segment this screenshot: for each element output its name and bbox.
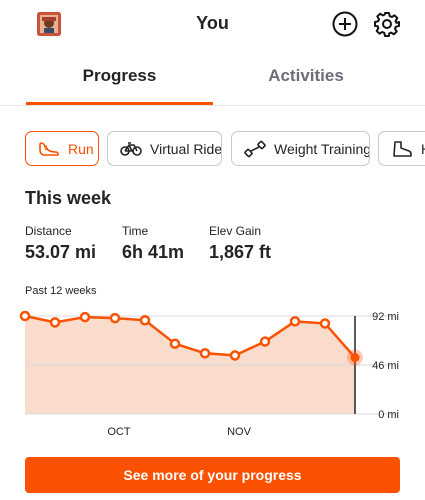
chart-point xyxy=(199,348,211,359)
stat-elev-gain-value: 1,867 ft xyxy=(209,242,272,262)
chart-point xyxy=(229,350,241,361)
bike-icon xyxy=(120,140,142,158)
chip-run[interactable]: Run xyxy=(25,131,99,166)
chip-virtual-ride-label: Virtual Ride xyxy=(150,140,222,157)
chart-point xyxy=(139,315,151,326)
tab-activities[interactable]: Activities xyxy=(212,50,400,106)
chart-point xyxy=(49,317,61,328)
top-header: You xyxy=(0,0,425,50)
add-circle-icon[interactable] xyxy=(331,10,359,38)
chart-point xyxy=(259,336,271,347)
chart-x-tick-label: NOV xyxy=(227,426,252,438)
chip-hike[interactable]: H xyxy=(378,131,425,166)
chart-point xyxy=(289,316,301,327)
chart-y-tick-label: 46 mi xyxy=(372,360,399,372)
page-title: You xyxy=(196,13,229,33)
chip-hike-label: H xyxy=(421,141,425,157)
chip-weight-training-label: Weight Training xyxy=(274,140,370,157)
selected-tab-indicator xyxy=(26,102,213,105)
chart-y-tick-label: 92 mi xyxy=(372,311,399,323)
weekly-distance-chart[interactable]: 92 mi 46 mi 0 mi OCT NOV xyxy=(0,300,425,445)
chart-point xyxy=(79,311,91,323)
tab-bar: Progress Activities xyxy=(0,50,425,106)
stat-distance-value: 53.07 mi xyxy=(25,242,97,262)
chart-point xyxy=(19,310,31,322)
tab-progress[interactable]: Progress xyxy=(26,50,213,106)
stat-time: Time 6h 41m xyxy=(122,224,184,263)
stat-elev-gain: Elev Gain 1,867 ft xyxy=(209,224,271,263)
chip-run-label: Run xyxy=(68,140,94,157)
see-more-progress-button[interactable]: See more of your progress xyxy=(25,457,400,493)
hike-boot-icon xyxy=(391,140,413,158)
chart-period-label: Past 12 weeks xyxy=(25,285,97,297)
chart-point xyxy=(169,338,181,349)
stat-time-value: 6h 41m xyxy=(122,242,185,262)
chip-weight-training[interactable]: Weight Training xyxy=(231,131,370,166)
chart-y-tick-label: 0 mi xyxy=(378,409,399,421)
gear-icon[interactable] xyxy=(373,10,401,38)
chart-point xyxy=(319,318,331,329)
dumbbell-icon xyxy=(244,140,266,158)
chip-virtual-ride[interactable]: Virtual Ride xyxy=(107,131,222,166)
stat-distance: Distance 53.07 mi xyxy=(25,224,96,263)
run-shoe-icon xyxy=(38,140,60,158)
chart-point xyxy=(109,312,121,324)
this-week-heading: This week xyxy=(25,188,112,208)
sport-filter-bar: Run Virtual Ride Weight Training xyxy=(0,131,425,167)
chart-point xyxy=(350,353,360,363)
stat-distance-label: Distance xyxy=(25,224,72,238)
chart-x-tick-label: OCT xyxy=(107,426,131,438)
stat-elev-gain-label: Elev Gain xyxy=(209,224,262,238)
stat-time-label: Time xyxy=(122,224,149,238)
